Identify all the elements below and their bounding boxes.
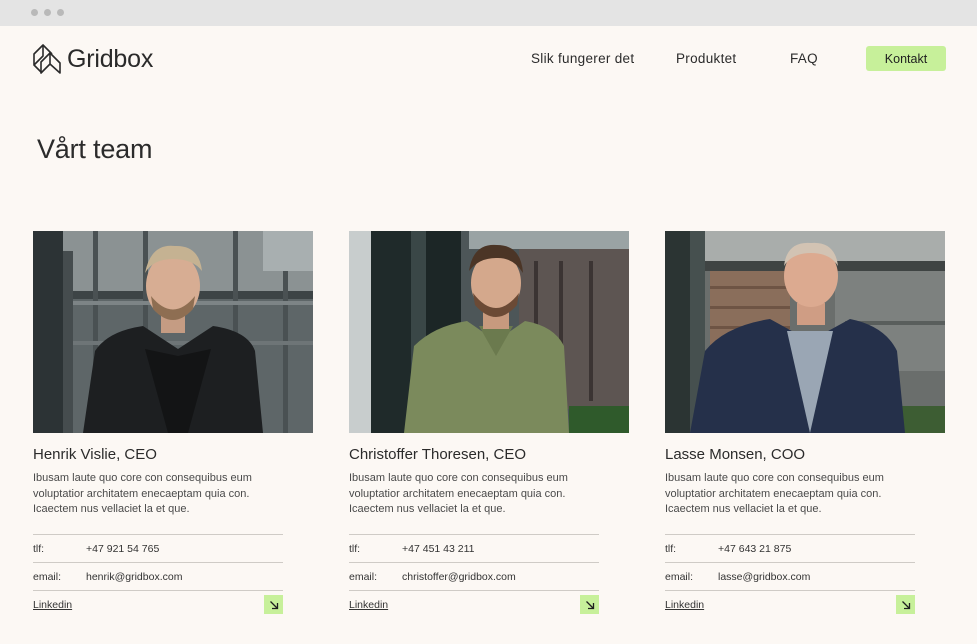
- email-label: email:: [349, 570, 378, 583]
- contact-info: tlf: +47 921 54 765 email: henrik@gridbo…: [33, 534, 283, 618]
- contact-button[interactable]: Kontakt: [866, 46, 946, 71]
- phone-row: tlf: +47 643 21 875: [665, 534, 915, 562]
- linkedin-row: Linkedin: [349, 590, 599, 618]
- gridbox-logo-icon: [33, 44, 61, 74]
- linkedin-arrow-button[interactable]: [896, 595, 915, 614]
- email-label: email:: [665, 570, 694, 583]
- page: Gridbox Slik fungerer det Produktet FAQ …: [0, 26, 977, 644]
- linkedin-link[interactable]: Linkedin: [33, 599, 72, 611]
- email-row: email: christoffer@gridbox.com: [349, 562, 599, 590]
- team-photo: [33, 231, 313, 433]
- email-address[interactable]: christoffer@gridbox.com: [402, 571, 516, 583]
- email-address[interactable]: lasse@gridbox.com: [718, 571, 810, 583]
- linkedin-row: Linkedin: [33, 590, 283, 618]
- team-card: Henrik Vislie, CEO Ibusam laute quo core…: [33, 231, 313, 614]
- team-photo: [665, 231, 945, 433]
- contact-info: tlf: +47 451 43 211 email: christoffer@g…: [349, 534, 599, 618]
- member-bio: Ibusam laute quo core con consequibus eu…: [349, 472, 568, 515]
- arrow-down-right-icon: [269, 600, 278, 609]
- logo-link[interactable]: Gridbox: [32, 42, 153, 76]
- team-card: Lasse Monsen, COO Ibusam laute quo core …: [665, 231, 945, 614]
- member-name: Christoffer Thoresen, CEO: [349, 446, 527, 463]
- linkedin-arrow-button[interactable]: [264, 595, 283, 614]
- linkedin-link[interactable]: Linkedin: [665, 599, 704, 611]
- phone-number[interactable]: +47 921 54 765: [86, 543, 159, 555]
- email-row: email: henrik@gridbox.com: [33, 562, 283, 590]
- team-photo: [349, 231, 629, 433]
- contact-info: tlf: +47 643 21 875 email: lasse@gridbox…: [665, 534, 915, 618]
- member-name: Lasse Monsen, COO: [665, 446, 806, 463]
- nav-link-faq[interactable]: FAQ: [790, 51, 818, 66]
- phone-number[interactable]: +47 643 21 875: [718, 543, 791, 555]
- email-address[interactable]: henrik@gridbox.com: [86, 571, 182, 583]
- email-row: email: lasse@gridbox.com: [665, 562, 915, 590]
- linkedin-arrow-button[interactable]: [580, 595, 599, 614]
- member-bio: Ibusam laute quo core con consequibus eu…: [665, 472, 884, 515]
- phone-label: tlf:: [349, 542, 361, 555]
- member-name: Henrik Vislie, CEO: [33, 446, 157, 463]
- team-card: Christoffer Thoresen, CEO Ibusam laute q…: [349, 231, 629, 614]
- phone-row: tlf: +47 921 54 765: [33, 534, 283, 562]
- phone-row: tlf: +47 451 43 211: [349, 534, 599, 562]
- nav-link-product[interactable]: Produktet: [676, 51, 736, 66]
- window-dot: [57, 9, 64, 16]
- arrow-down-right-icon: [901, 600, 910, 609]
- browser-titlebar: [0, 0, 977, 26]
- brand-name: Gridbox: [67, 44, 154, 73]
- nav-link-how-it-works[interactable]: Slik fungerer det: [531, 51, 634, 66]
- phone-number[interactable]: +47 451 43 211: [402, 543, 475, 555]
- member-bio: Ibusam laute quo core con consequibus eu…: [33, 472, 252, 515]
- window-dot: [44, 9, 51, 16]
- linkedin-row: Linkedin: [665, 590, 915, 618]
- phone-label: tlf:: [33, 542, 45, 555]
- phone-label: tlf:: [665, 542, 677, 555]
- linkedin-link[interactable]: Linkedin: [349, 599, 388, 611]
- arrow-down-right-icon: [585, 600, 594, 609]
- window-dot: [31, 9, 38, 16]
- email-label: email:: [33, 570, 62, 583]
- section-title: Vårt team: [37, 134, 153, 164]
